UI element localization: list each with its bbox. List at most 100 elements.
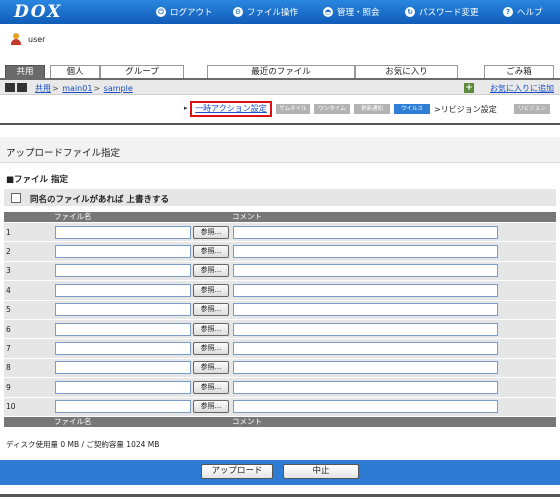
overwrite-label: 同名のファイルがあれば 上書きする: [30, 195, 169, 205]
admin-label: 管理・照会: [337, 8, 380, 18]
file-path-input[interactable]: [55, 303, 191, 317]
footer-comment: コメント: [230, 416, 556, 427]
temp-action-setting-link[interactable]: 一時アクション設定: [190, 101, 272, 117]
file-path-input[interactable]: [55, 342, 191, 356]
comment-input[interactable]: [233, 225, 498, 239]
comment-input[interactable]: [233, 400, 498, 414]
logout-label: ログアウト: [170, 8, 213, 18]
disk-usage: ディスク使用量 0 MB / ご契約容量 1024 MB: [6, 440, 160, 449]
file-operation-link[interactable]: ⚙ ファイル操作: [233, 6, 298, 18]
admin-icon: ◓: [323, 7, 333, 17]
comment-input[interactable]: [233, 380, 498, 394]
password-change-link[interactable]: ↻ パスワード変更: [405, 6, 479, 18]
tab-personal[interactable]: 個人: [50, 65, 100, 79]
user-name: user: [28, 34, 46, 44]
breadcrumb-separator: >: [52, 84, 59, 93]
virus-button[interactable]: ウイルス: [394, 104, 430, 114]
browse-button[interactable]: 参照...: [193, 264, 229, 278]
upload-button[interactable]: アップロード: [201, 464, 273, 479]
tab-group[interactable]: グループ: [100, 65, 184, 79]
list-view-icon[interactable]: [5, 83, 15, 92]
help-link[interactable]: ? ヘルプ: [503, 6, 543, 18]
table-row: 7 参照...: [4, 338, 556, 359]
thumbnail-button[interactable]: サムネイル: [276, 104, 310, 114]
filename-cell: 参照...: [52, 396, 230, 417]
add-favorite-icon[interactable]: +: [464, 83, 474, 93]
comment-input[interactable]: [233, 245, 498, 259]
cancel-button[interactable]: 中止: [283, 464, 359, 479]
comment-cell: [230, 260, 556, 282]
filename-cell: 参照...: [52, 338, 230, 359]
tab-recent-files[interactable]: 最近のファイル: [207, 65, 355, 79]
comment-cell: [230, 357, 556, 379]
breadcrumb-separator: >: [93, 84, 101, 93]
tab-trash[interactable]: ごみ箱: [484, 65, 554, 79]
app-logo: DOX: [14, 2, 63, 22]
overwrite-option: 同名のファイルがあれば 上書きする: [4, 189, 556, 206]
header-filename: ファイル名: [52, 212, 230, 223]
table-footer: ファイル名 コメント: [4, 416, 556, 427]
page-title: アップロードファイル指定: [6, 148, 121, 159]
tab-shared[interactable]: 共用: [5, 65, 45, 79]
file-path-input[interactable]: [55, 380, 191, 394]
logout-link[interactable]: ⏻ ログアウト: [156, 6, 213, 18]
add-favorite-link[interactable]: お気に入りに追加: [490, 83, 554, 94]
comment-cell: [230, 299, 556, 320]
comment-input[interactable]: [233, 342, 498, 356]
row-number: 4: [4, 280, 52, 301]
comment-input[interactable]: [233, 303, 498, 317]
row-number: 3: [4, 260, 52, 282]
comment-input[interactable]: [233, 361, 498, 375]
comment-input[interactable]: [233, 322, 498, 336]
user-icon: [10, 33, 22, 45]
file-path-input[interactable]: [55, 264, 191, 278]
breadcrumb-main01[interactable]: main01: [62, 84, 92, 93]
browse-button[interactable]: 参照...: [193, 361, 229, 375]
file-operation-icon: ⚙: [233, 7, 243, 17]
file-path-input[interactable]: [55, 245, 191, 259]
top-navigation-bar: DOX ⏻ ログアウト ⚙ ファイル操作 ◓ 管理・照会 ↻ パスワード変更 ? ヘルプ: [0, 0, 560, 24]
browse-button[interactable]: 参照...: [193, 225, 229, 239]
file-path-input[interactable]: [55, 322, 191, 336]
filename-cell: 参照...: [52, 221, 230, 243]
filename-cell: 参照...: [52, 357, 230, 379]
browse-button[interactable]: 参照...: [193, 283, 229, 297]
comment-input[interactable]: [233, 283, 498, 297]
file-rows: 1 参照... 2 参照... 3 参照... 4 参照... 5 参照... 6 参照... 7 参照.…: [4, 221, 556, 417]
breadcrumb-sample[interactable]: sample: [104, 84, 133, 93]
breadcrumb-shared[interactable]: 共用: [35, 84, 51, 93]
comment-cell: [230, 318, 556, 340]
thumbnail-view-icon[interactable]: [17, 83, 27, 92]
header-comment: コメント: [230, 212, 556, 223]
file-path-input[interactable]: [55, 361, 191, 375]
comment-input[interactable]: [233, 264, 498, 278]
admin-link[interactable]: ◓ 管理・照会: [323, 6, 380, 18]
browse-button[interactable]: 参照...: [193, 400, 229, 414]
browse-button[interactable]: 参照...: [193, 380, 229, 394]
update-notice-button[interactable]: 更新通知: [354, 104, 390, 114]
overwrite-checkbox[interactable]: [11, 193, 21, 203]
file-operation-label: ファイル操作: [247, 8, 299, 18]
browse-button[interactable]: 参照...: [193, 303, 229, 317]
file-path-input[interactable]: [55, 400, 191, 414]
row-number: 10: [4, 396, 52, 417]
section-title: ■ファイル 指定: [6, 175, 68, 185]
file-path-input[interactable]: [55, 283, 191, 297]
browse-button[interactable]: 参照...: [193, 342, 229, 356]
file-path-input[interactable]: [55, 225, 191, 239]
filename-cell: 参照...: [52, 299, 230, 320]
table-row: 5 参照...: [4, 299, 556, 320]
table-row: 4 参照...: [4, 280, 556, 301]
arrow-icon: ▸: [184, 104, 188, 112]
revision-button[interactable]: リビジョン: [514, 104, 550, 114]
browse-button[interactable]: 参照...: [193, 245, 229, 259]
tab-bar: 共用 個人 グループ 最近のファイル お気に入り ごみ箱: [0, 65, 560, 79]
filename-cell: 参照...: [52, 377, 230, 398]
filename-cell: 参照...: [52, 241, 230, 262]
tab-favorites[interactable]: お気に入り: [355, 65, 458, 79]
onetime-button[interactable]: ワンタイム: [314, 104, 350, 114]
browse-button[interactable]: 参照...: [193, 322, 229, 336]
row-number: 5: [4, 299, 52, 320]
footer-divider: [0, 494, 560, 497]
row-number: 7: [4, 338, 52, 359]
